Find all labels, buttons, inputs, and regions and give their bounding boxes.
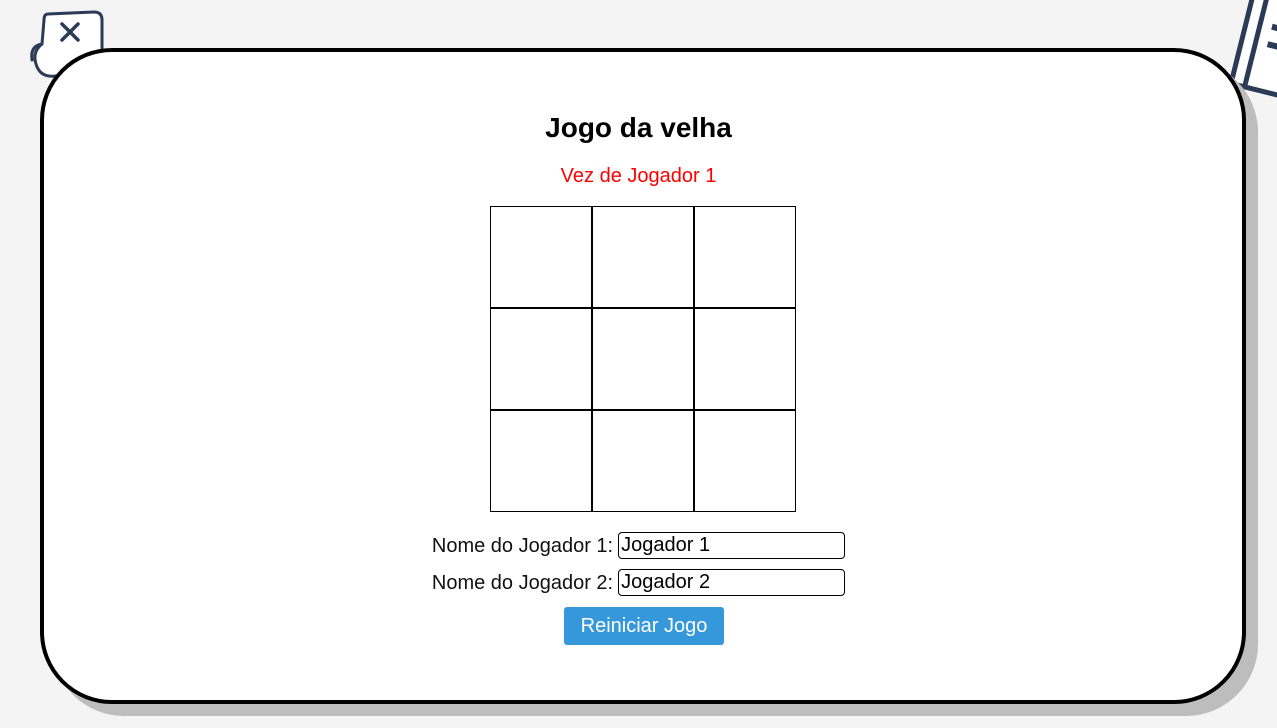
player2-name-input[interactable]: [618, 569, 846, 596]
player1-name-input[interactable]: [618, 532, 846, 559]
player2-label: Nome do Jogador 2:: [431, 571, 614, 594]
board-cell-8[interactable]: [592, 410, 694, 512]
board-cell-6[interactable]: [694, 308, 796, 410]
board-cell-4[interactable]: [490, 308, 592, 410]
player2-row: Nome do Jogador 2:: [0, 569, 1277, 596]
board-cell-5[interactable]: [592, 308, 694, 410]
player1-label: Nome do Jogador 1:: [431, 534, 614, 557]
board-cell-9[interactable]: [694, 410, 796, 512]
player1-row: Nome do Jogador 1:: [0, 532, 1277, 559]
board-cell-2[interactable]: [592, 206, 694, 308]
reset-game-button[interactable]: Reiniciar Jogo: [564, 607, 724, 645]
board-cell-7[interactable]: [490, 410, 592, 512]
page-title: Jogo da velha: [545, 112, 732, 143]
board-cell-3[interactable]: [694, 206, 796, 308]
turn-status: Vez de Jogador 1: [560, 165, 717, 187]
board-cell-1[interactable]: [490, 206, 592, 308]
game-board: [490, 206, 797, 513]
